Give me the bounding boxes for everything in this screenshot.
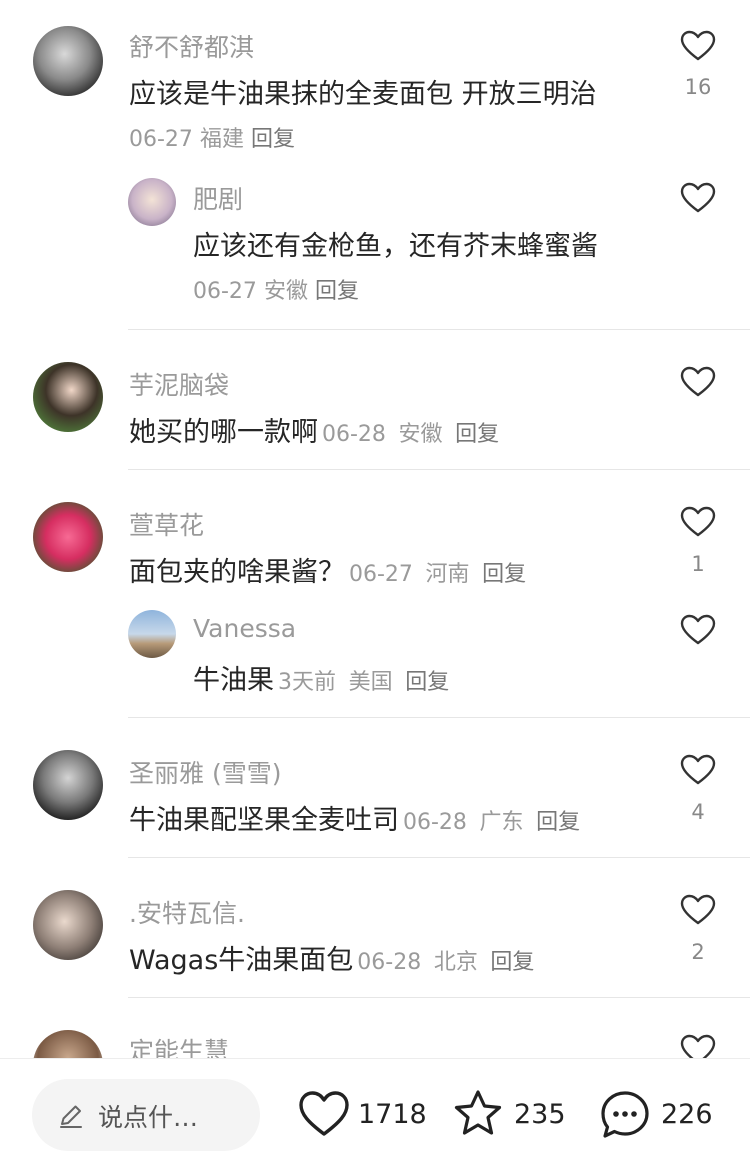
like-count-total: 1718	[358, 1099, 427, 1130]
reply-button[interactable]: 回复	[315, 279, 359, 304]
heart-icon[interactable]	[680, 894, 716, 926]
avatar[interactable]	[33, 502, 103, 572]
divider	[128, 997, 750, 998]
comment-username[interactable]: Vanessa	[193, 614, 296, 643]
collect-count: 235	[514, 1099, 566, 1130]
comment-input[interactable]: 说点什…	[32, 1079, 260, 1151]
avatar[interactable]	[33, 750, 103, 820]
heart-icon[interactable]	[680, 30, 716, 62]
like-count: 1	[691, 552, 705, 576]
reply-button[interactable]: 回复	[251, 127, 295, 152]
comment-username[interactable]: 肥剧	[193, 180, 243, 216]
heart-icon[interactable]	[680, 182, 716, 214]
comment-date: 06-27	[349, 562, 413, 587]
comment-text[interactable]: 她买的哪一款啊 06-28 安徽 回复	[129, 410, 499, 449]
comment-username[interactable]: .安特瓦信.	[129, 894, 245, 930]
heart-icon[interactable]	[680, 366, 716, 398]
heart-outline-icon	[299, 1091, 349, 1136]
comment-location: 安徽	[398, 422, 443, 447]
like-button[interactable]: 1718	[298, 1089, 427, 1143]
comment-username[interactable]: 圣丽雅 (雪雪)	[129, 754, 281, 790]
reply-button[interactable]: 回复	[536, 810, 580, 835]
reply-button[interactable]: 回复	[455, 422, 499, 447]
comment-location: 河南	[425, 562, 470, 587]
comment-meta: 06-27 安徽 回复	[193, 273, 359, 305]
bottom-action-bar: 说点什… 1718 235 226	[0, 1058, 750, 1169]
comment-location: 北京	[433, 950, 478, 975]
comment-text-body: 她买的哪一款啊	[129, 417, 318, 448]
comment-location: 福建	[199, 127, 244, 152]
comment-date: 06-28	[322, 422, 386, 447]
star-outline-icon	[454, 1090, 502, 1135]
comment-text[interactable]: 应该还有金枪鱼，还有芥末蜂蜜酱	[193, 224, 598, 263]
heart-icon[interactable]	[680, 506, 716, 538]
comment-date: 06-28	[357, 950, 422, 975]
comment-location: 安徽	[263, 279, 308, 304]
comment-text[interactable]: 牛油果 3天前 美国 回复	[193, 658, 449, 697]
heart-icon[interactable]	[680, 614, 716, 646]
comment-text[interactable]: 应该是牛油果抹的全麦面包 开放三明治	[129, 72, 597, 111]
comment-date: 06-27	[129, 127, 193, 152]
like-count: 2	[691, 940, 705, 964]
comment-username[interactable]: 芋泥脑袋	[129, 366, 229, 402]
collect-button[interactable]: 235	[452, 1089, 572, 1143]
reply-button[interactable]: 回复	[490, 950, 534, 975]
comment-input-placeholder: 说点什…	[98, 1103, 199, 1132]
chat-bubble-icon	[601, 1091, 649, 1138]
comment-text[interactable]: Wagas牛油果面包 06-28 北京 回复	[129, 938, 534, 977]
divider	[128, 329, 750, 330]
comment-location: 广东	[479, 810, 524, 835]
comment-meta: 06-27 福建 回复	[129, 121, 295, 153]
avatar[interactable]	[128, 610, 176, 658]
comment-text-body: 牛油果	[193, 665, 274, 696]
comment-text-body: 面包夹的啥果酱？	[129, 557, 345, 588]
comment-text[interactable]: 面包夹的啥果酱？ 06-27 河南 回复	[129, 550, 526, 589]
like-count: 16	[684, 75, 712, 99]
avatar[interactable]	[128, 178, 176, 226]
comment-location: 美国	[348, 670, 393, 695]
like-count: 4	[691, 800, 705, 824]
comment-date: 06-28	[403, 810, 467, 835]
comment-username[interactable]: 舒不舒都淇	[129, 28, 254, 64]
comment-button[interactable]: 226	[599, 1089, 719, 1143]
heart-icon[interactable]	[680, 754, 716, 786]
comment-text[interactable]: 牛油果配坚果全麦吐司 06-28 广东 回复	[129, 798, 580, 837]
comment-text-body: Wagas牛油果面包	[129, 945, 354, 976]
reply-button[interactable]: 回复	[482, 562, 526, 587]
avatar[interactable]	[33, 362, 103, 432]
divider	[128, 857, 750, 858]
divider	[128, 469, 750, 470]
reply-button[interactable]: 回复	[405, 670, 449, 695]
avatar[interactable]	[33, 26, 103, 96]
comment-count: 226	[661, 1099, 713, 1130]
comment-date: 06-27	[193, 279, 257, 304]
comment-text-body: 牛油果配坚果全麦吐司	[129, 805, 399, 836]
comment-username[interactable]: 萱草花	[129, 506, 204, 542]
comment-date: 3天前	[278, 670, 336, 695]
avatar[interactable]	[33, 890, 103, 960]
divider	[128, 717, 750, 718]
pencil-icon	[60, 1105, 82, 1128]
